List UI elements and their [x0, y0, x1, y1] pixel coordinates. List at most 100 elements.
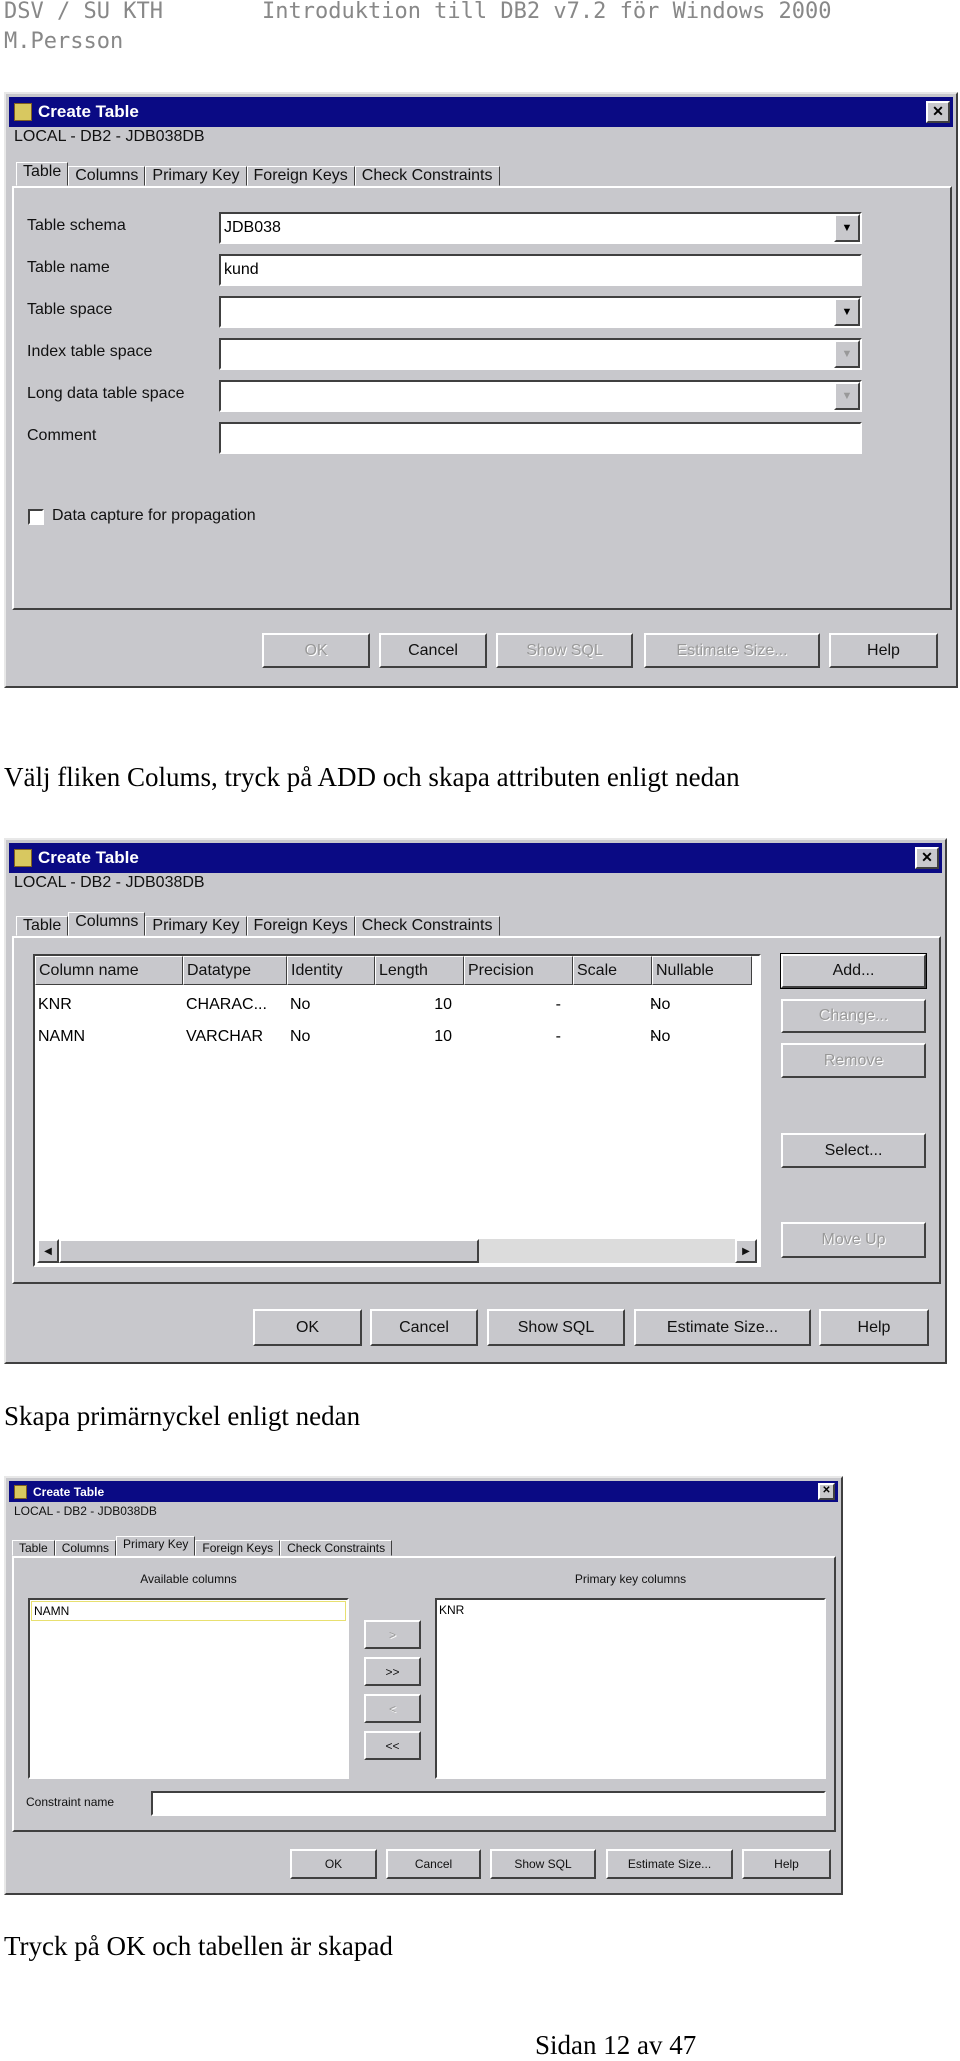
field-label: Long data table space [27, 385, 185, 402]
header-left: DSV / SU KTH [4, 0, 163, 24]
table-cell: 10 [434, 1028, 452, 1045]
long-data-table-space-combo[interactable]: ▼ [219, 380, 862, 412]
cancel-button[interactable]: Cancel [379, 633, 487, 668]
ok-button[interactable]: OK [262, 633, 370, 668]
title-bar: Create Table ✕ [9, 1481, 838, 1502]
select-button[interactable]: Select... [781, 1133, 926, 1168]
column-header[interactable]: Precision [464, 956, 573, 985]
table-cell: No [650, 996, 671, 1013]
help-button[interactable]: Help [742, 1849, 831, 1879]
app-icon [14, 849, 32, 867]
constraint-name-input[interactable] [151, 1791, 826, 1816]
connection-subtitle: LOCAL - DB2 - JDB038DB [14, 128, 205, 145]
cancel-button[interactable]: Cancel [386, 1849, 481, 1879]
tab-columns[interactable]: Columns [54, 1540, 117, 1556]
move-up-button[interactable]: Move Up [781, 1222, 926, 1258]
tab-check-constraints[interactable]: Check Constraints [280, 1540, 393, 1556]
close-icon[interactable]: ✕ [818, 1483, 835, 1500]
field-value: kund [224, 261, 259, 278]
estimate-size-button[interactable]: Estimate Size... [606, 1849, 733, 1879]
chevron-down-icon[interactable]: ▼ [834, 340, 860, 368]
tab-primary-key[interactable]: Primary Key [145, 166, 247, 186]
remove-all-button[interactable]: << [364, 1731, 421, 1760]
comment-input[interactable] [219, 422, 862, 454]
dialog-title: Create Table [33, 1484, 105, 1499]
tab-table[interactable]: Table [12, 1540, 55, 1556]
chevron-down-icon[interactable]: ▼ [834, 214, 860, 242]
add-one-button[interactable]: > [364, 1620, 421, 1649]
ok-button[interactable]: OK [290, 1849, 377, 1879]
field-label: Table schema [27, 217, 126, 234]
table-cell: - [555, 1028, 561, 1045]
close-icon[interactable]: ✕ [915, 847, 939, 869]
tab-columns[interactable]: Columns [68, 166, 146, 186]
primary-key-columns-label: Primary key columns [574, 1572, 687, 1586]
table-schema-combo[interactable]: JDB038 ▼ [219, 212, 862, 244]
horizontal-scrollbar[interactable]: ◀ ▶ [37, 1239, 757, 1263]
table-cell: No [290, 1028, 311, 1045]
add-button[interactable]: Add... [780, 953, 927, 989]
column-header[interactable]: Identity [287, 956, 375, 985]
field-value: JDB038 [224, 219, 281, 236]
tab-bar: Table Columns Primary Key Foreign Keys C… [16, 156, 500, 186]
available-columns-list[interactable]: NAMN [28, 1598, 349, 1779]
close-icon[interactable]: ✕ [926, 101, 950, 123]
tab-foreign-keys[interactable]: Foreign Keys [246, 166, 355, 186]
add-all-button[interactable]: >> [364, 1657, 421, 1686]
column-header[interactable]: Datatype [183, 956, 287, 985]
field-label: Comment [27, 427, 97, 444]
tab-panel: Table schema JDB038 ▼ Table name kund Table s… [12, 186, 952, 610]
tab-foreign-keys[interactable]: Foreign Keys [246, 916, 355, 936]
tab-check-constraints[interactable]: Check Constraints [354, 166, 500, 186]
estimate-size-button[interactable]: Estimate Size... [634, 1309, 811, 1346]
show-sql-button[interactable]: Show SQL [490, 1849, 596, 1879]
remove-button[interactable]: Remove [781, 1043, 926, 1078]
tab-foreign-keys[interactable]: Foreign Keys [195, 1540, 281, 1556]
cancel-button[interactable]: Cancel [370, 1309, 478, 1346]
table-cell: No [290, 996, 311, 1013]
column-header[interactable]: Column name [35, 956, 183, 985]
column-header[interactable]: Nullable [652, 956, 752, 985]
tab-columns[interactable]: Columns [68, 912, 146, 936]
title-bar: Create Table ✕ [9, 843, 942, 873]
show-sql-button[interactable]: Show SQL [487, 1309, 625, 1346]
page-number: Sidan 12 av 47 [535, 2030, 697, 2060]
chevron-down-icon[interactable]: ▼ [834, 298, 860, 326]
tab-primary-key[interactable]: Primary Key [116, 1536, 196, 1556]
tab-table[interactable]: Table [16, 162, 69, 186]
column-header[interactable]: Length [375, 956, 464, 985]
ok-button[interactable]: OK [253, 1309, 362, 1346]
constraint-name-label: Constraint name [26, 1795, 115, 1809]
help-button[interactable]: Help [819, 1309, 929, 1346]
help-button[interactable]: Help [829, 633, 938, 668]
table-cell: VARCHAR [186, 1028, 264, 1045]
field-label: Index table space [27, 343, 153, 360]
data-capture-checkbox[interactable] [28, 509, 44, 525]
scrollbar-thumb[interactable] [59, 1239, 479, 1263]
list-item[interactable]: NAMN [31, 1601, 346, 1621]
show-sql-button[interactable]: Show SQL [496, 633, 633, 668]
scroll-left-icon[interactable]: ◀ [37, 1239, 59, 1263]
index-table-space-combo[interactable]: ▼ [219, 338, 862, 370]
connection-subtitle: LOCAL - DB2 - JDB038DB [14, 874, 205, 891]
table-cell: NAMN [38, 1028, 86, 1045]
tab-bar: Table Columns Primary Key Foreign Keys C… [12, 1528, 393, 1556]
tab-primary-key[interactable]: Primary Key [145, 916, 247, 936]
tab-check-constraints[interactable]: Check Constraints [354, 916, 500, 936]
table-cell: - [555, 996, 561, 1013]
column-header[interactable]: Scale [573, 956, 652, 985]
list-item[interactable]: KNR [439, 1603, 464, 1617]
dialog-title: Create Table [38, 102, 139, 121]
connection-subtitle: LOCAL - DB2 - JDB038DB [14, 1504, 157, 1518]
scroll-right-icon[interactable]: ▶ [735, 1239, 757, 1263]
remove-one-button[interactable]: < [364, 1694, 421, 1723]
table-space-combo[interactable]: ▼ [219, 296, 862, 328]
change-button[interactable]: Change... [781, 999, 926, 1033]
primary-key-columns-list[interactable]: KNR [435, 1598, 826, 1779]
table-name-input[interactable]: kund [219, 254, 862, 286]
estimate-size-button[interactable]: Estimate Size... [644, 633, 820, 668]
title-bar: Create Table ✕ [9, 97, 953, 127]
chevron-down-icon[interactable]: ▼ [834, 382, 860, 410]
field-label: Table name [27, 259, 110, 276]
tab-table[interactable]: Table [16, 916, 69, 936]
